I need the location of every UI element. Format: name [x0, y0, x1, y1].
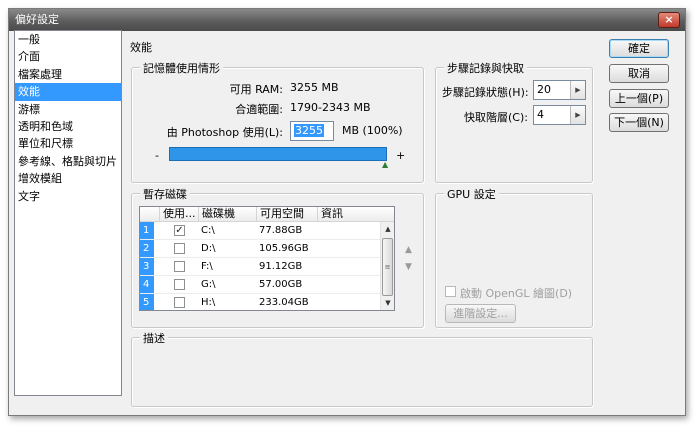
advanced-settings-button[interactable]: 進階設定...: [445, 304, 516, 323]
ideal-range-label: 合適範圍:: [235, 103, 283, 116]
sidebar-item-units[interactable]: 單位和尺標: [15, 135, 121, 152]
table-row[interactable]: 3 F:\ 91.12GB: [140, 258, 381, 276]
sidebar-item-general[interactable]: 一般: [15, 31, 121, 48]
ideal-range-value: 1790-2343 MB: [290, 101, 371, 114]
drive-cell: H:\: [201, 297, 216, 308]
photoshop-usage-value: 3255: [294, 124, 324, 137]
free-space-cell: 57.00GB: [259, 279, 303, 290]
sidebar-item-transparency[interactable]: 透明和色域: [15, 118, 121, 135]
description-group: 描述: [131, 330, 593, 407]
cache-levels-label: 快取階層(C):: [464, 111, 528, 124]
history-states-value: 20: [537, 83, 551, 96]
scroll-down-arrow-icon[interactable]: ▼: [381, 296, 394, 310]
row-number: 3: [140, 258, 154, 275]
sidebar-item-performance[interactable]: 效能: [15, 83, 121, 101]
column-header-free-space[interactable]: 可用空間: [257, 207, 318, 222]
column-header-drive[interactable]: 磁碟機: [199, 207, 257, 222]
scratch-disk-table: 使用... 磁碟機 可用空間 資訊 1 ✓ C:\ 77.88GB 2 D:\ …: [139, 206, 395, 311]
table-row[interactable]: 4 G:\ 57.00GB: [140, 276, 381, 294]
free-space-cell: 233.04GB: [259, 297, 309, 308]
use-checkbox[interactable]: [174, 243, 185, 254]
ok-button[interactable]: 確定: [609, 39, 669, 58]
history-cache-legend: 步驟記錄與快取: [444, 60, 527, 76]
use-checkbox[interactable]: [174, 261, 185, 272]
free-space-cell: 105.96GB: [259, 243, 309, 254]
free-space-cell: 91.12GB: [259, 261, 303, 272]
drive-cell: F:\: [201, 261, 213, 272]
move-up-arrow-icon[interactable]: ▲: [405, 245, 412, 255]
history-cache-group: 步驟記錄與快取 步驟記錄狀態(H): 20 ▶ 快取階層(C): 4 ▶: [435, 60, 593, 183]
use-checkbox[interactable]: [174, 297, 185, 308]
category-list[interactable]: 一般 介面 檔案處理 效能 游標 透明和色域 單位和尺標 參考線、格點與切片 增…: [14, 30, 122, 396]
table-row[interactable]: 1 ✓ C:\ 77.88GB: [140, 222, 381, 240]
column-header-use[interactable]: 使用...: [160, 207, 199, 222]
use-checkbox[interactable]: [174, 279, 185, 290]
slider-min-label: -: [155, 149, 159, 162]
drive-cell: D:\: [201, 243, 216, 254]
row-number: 1: [140, 222, 154, 239]
scratch-disks-legend: 暫存磁碟: [140, 186, 190, 202]
previous-button[interactable]: 上一個(P): [609, 89, 669, 108]
available-ram-label: 可用 RAM:: [229, 83, 283, 96]
table-row[interactable]: 5 H:\ 233.04GB: [140, 294, 381, 310]
cancel-button[interactable]: 取消: [609, 64, 669, 83]
slider-max-label: +: [396, 149, 406, 162]
photoshop-usage-label: 由 Photoshop 使用(L):: [166, 126, 283, 139]
column-header-index: [140, 207, 160, 222]
sidebar-item-interface[interactable]: 介面: [15, 48, 121, 65]
table-header: 使用... 磁碟機 可用空間 資訊: [140, 207, 394, 222]
history-states-dropdown-button[interactable]: ▶: [570, 81, 585, 99]
row-number: 4: [140, 276, 154, 293]
opengl-label: 啟動 OpenGL 繪圖(D): [460, 287, 573, 300]
sidebar-item-cursors[interactable]: 游標: [15, 101, 121, 118]
window-title: 偏好設定: [15, 13, 59, 26]
scroll-up-arrow-icon[interactable]: ▲: [381, 222, 394, 236]
table-row[interactable]: 2 D:\ 105.96GB: [140, 240, 381, 258]
use-checkbox[interactable]: ✓: [174, 225, 185, 236]
memory-usage-legend: 記憶體使用情形: [140, 60, 223, 76]
sidebar-item-plugins[interactable]: 增效模組: [15, 170, 121, 187]
gpu-settings-group: GPU 設定 啟動 OpenGL 繪圖(D) 進階設定...: [435, 186, 593, 328]
preferences-dialog: 偏好設定 × 一般 介面 檔案處理 效能 游標 透明和色域 單位和尺標 參考線、…: [8, 8, 686, 416]
row-number: 5: [140, 294, 154, 310]
memory-usage-group: 記憶體使用情形 可用 RAM: 3255 MB 合適範圍: 1790-2343 …: [131, 60, 424, 183]
cache-levels-dropdown-button[interactable]: ▶: [570, 106, 585, 124]
cache-levels-value: 4: [537, 108, 544, 121]
scrollbar-thumb[interactable]: ≡: [382, 238, 393, 296]
photoshop-usage-unit: MB (100%): [342, 124, 403, 137]
free-space-cell: 77.88GB: [259, 225, 303, 236]
gpu-settings-legend: GPU 設定: [444, 186, 499, 202]
description-legend: 描述: [140, 330, 168, 346]
close-button[interactable]: ×: [658, 12, 680, 28]
title-bar: 偏好設定 ×: [9, 9, 685, 31]
drive-cell: C:\: [201, 225, 215, 236]
next-button[interactable]: 下一個(N): [609, 113, 669, 132]
column-header-info[interactable]: 資訊: [318, 207, 381, 222]
sidebar-item-file-handling[interactable]: 檔案處理: [15, 66, 121, 83]
history-states-label: 步驟記錄狀態(H):: [442, 86, 529, 99]
table-scrollbar[interactable]: ▲ ≡ ▼: [380, 222, 394, 310]
sidebar-item-guides[interactable]: 參考線、格點與切片: [15, 153, 121, 170]
drive-cell: G:\: [201, 279, 216, 290]
move-down-arrow-icon[interactable]: ▼: [405, 262, 412, 272]
sidebar-item-type[interactable]: 文字: [15, 188, 121, 205]
available-ram-value: 3255 MB: [290, 81, 339, 94]
cache-levels-input[interactable]: 4 ▶: [533, 105, 586, 125]
history-states-input[interactable]: 20 ▶: [533, 80, 586, 100]
photoshop-usage-input[interactable]: 3255: [290, 121, 334, 141]
section-title: 效能: [130, 41, 152, 54]
row-number: 2: [140, 240, 154, 257]
memory-slider-track[interactable]: [169, 147, 387, 161]
memory-slider-thumb[interactable]: ▲: [382, 160, 388, 169]
opengl-checkbox[interactable]: [445, 286, 456, 297]
